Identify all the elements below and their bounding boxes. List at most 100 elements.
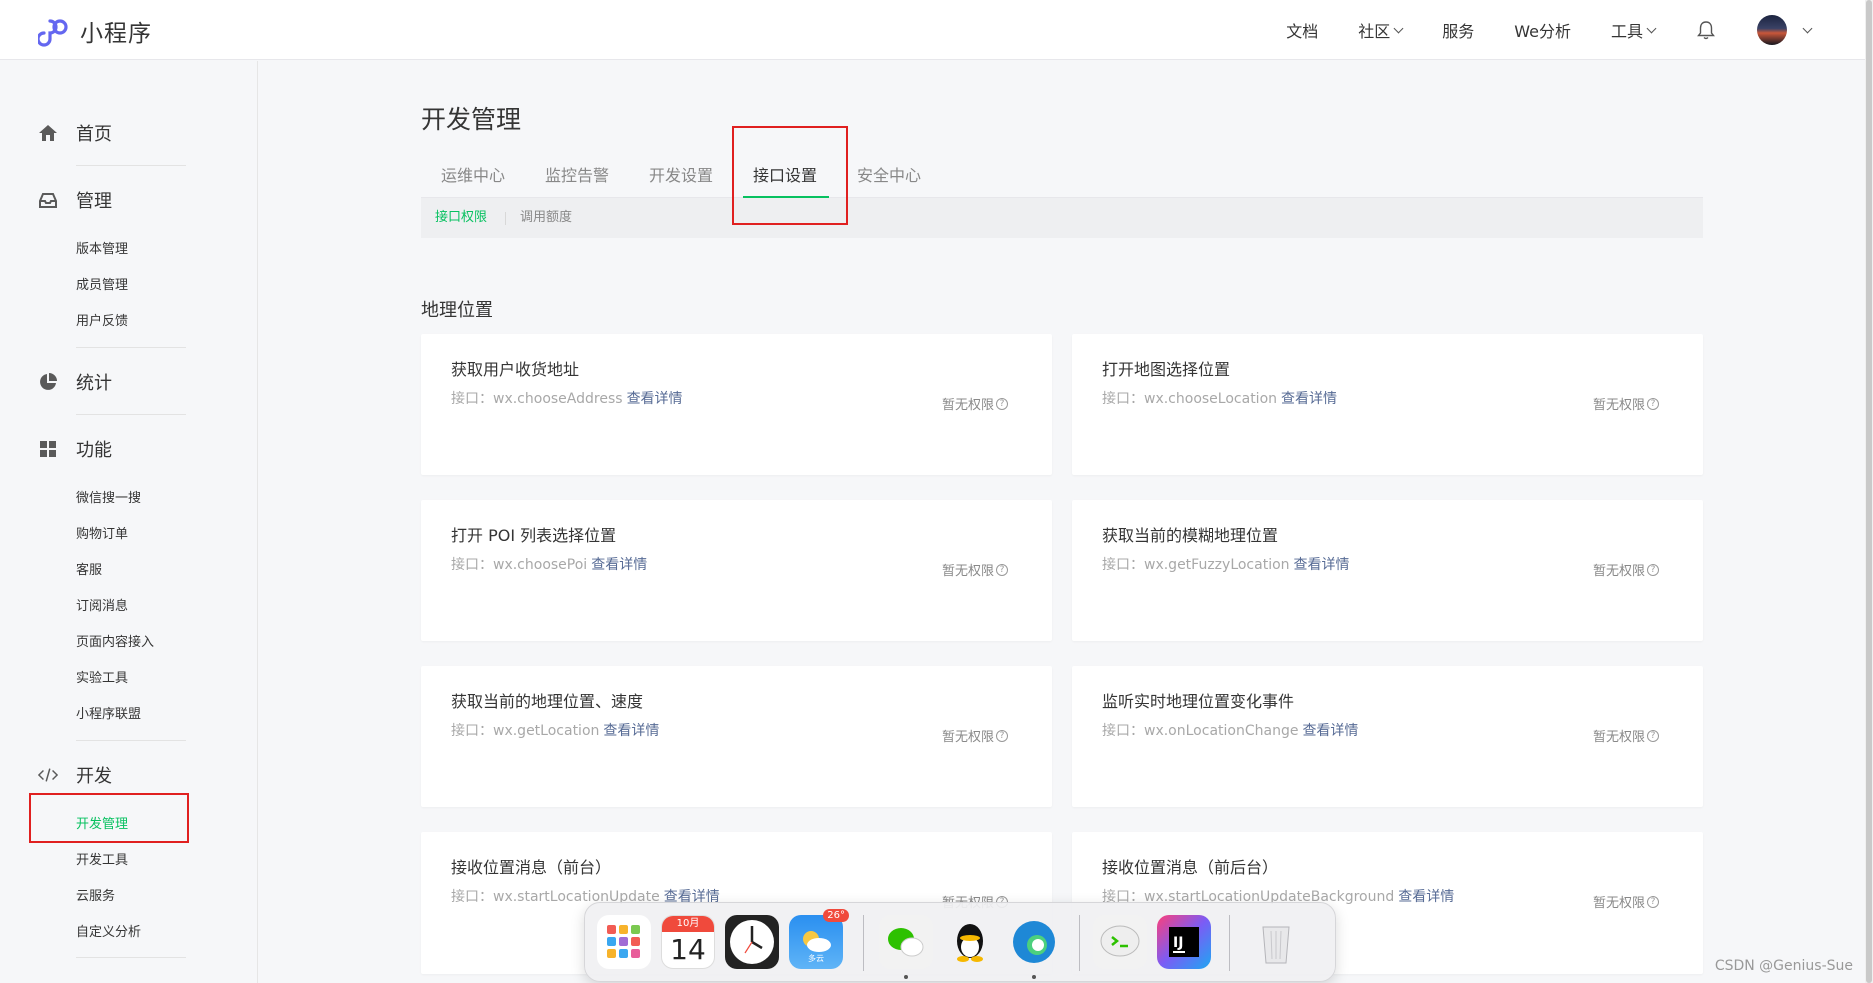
api-name: wx.onLocationChange	[1144, 723, 1299, 739]
wechat-icon[interactable]	[879, 915, 933, 969]
help-icon[interactable]: ?	[996, 397, 1008, 410]
permission-status[interactable]: 暂无权限?	[1593, 394, 1659, 413]
qq-icon[interactable]	[943, 915, 997, 969]
sidebar-item-alliance[interactable]: 小程序联盟	[0, 697, 258, 733]
permission-status[interactable]: 暂无权限?	[1593, 892, 1659, 911]
nav-community[interactable]: 社区	[1358, 18, 1404, 42]
permission-status[interactable]: 暂无权限?	[1593, 560, 1659, 579]
sidebar-item-customer-service[interactable]: 客服	[0, 553, 258, 589]
api-prefix: 接口：	[1102, 557, 1144, 573]
api-name: wx.getFuzzyLocation	[1144, 557, 1290, 573]
api-name: wx.getLocation	[493, 723, 600, 739]
sidebar-item-cloud[interactable]: 云服务	[0, 879, 258, 915]
sidebar-item-members[interactable]: 成员管理	[0, 268, 258, 304]
trash-icon[interactable]	[1249, 915, 1303, 969]
view-details-link[interactable]: 查看详情	[1281, 391, 1337, 407]
sidebar-item-label: 管理	[76, 191, 112, 212]
tab-monitoring[interactable]: 监控告警	[545, 160, 609, 198]
sidebar-item-feedback[interactable]: 用户反馈	[0, 304, 258, 340]
watermark: CSDN @Genius-Sue	[1714, 958, 1853, 974]
permission-status[interactable]: 暂无权限?	[942, 394, 1008, 413]
clock-icon[interactable]	[725, 915, 779, 969]
api-card-interface: 接口：wx.choosePoi 查看详情	[451, 554, 647, 574]
help-icon[interactable]: ?	[1647, 729, 1659, 742]
chevron-down-icon	[1802, 23, 1813, 33]
view-details-link[interactable]: 查看详情	[603, 723, 659, 739]
nav-docs[interactable]: 文档	[1286, 18, 1318, 42]
help-icon[interactable]: ?	[996, 729, 1008, 742]
nav-docs-label: 文档	[1286, 22, 1319, 41]
nav-community-label: 社区	[1358, 22, 1391, 41]
subtab-bar: 接口权限 调用额度	[421, 198, 1703, 238]
sidebar-item-dev-tools[interactable]: 开发工具	[0, 843, 258, 879]
divider	[76, 957, 186, 958]
top-nav: 文档 社区 服务 We分析 工具	[1286, 0, 1873, 60]
divider	[505, 212, 506, 225]
sidebar-item-manage[interactable]: 管理	[0, 180, 258, 220]
sidebar-item-page-content[interactable]: 页面内容接入	[0, 625, 258, 661]
launchpad-icon[interactable]	[597, 915, 651, 969]
edge-icon[interactable]	[1007, 915, 1061, 969]
calendar-month: 10月	[662, 916, 714, 932]
nav-tools-label: 工具	[1610, 22, 1643, 41]
help-icon[interactable]: ?	[1647, 397, 1659, 410]
chevron-down-icon	[1646, 23, 1657, 33]
help-icon[interactable]: ?	[1647, 895, 1659, 908]
sidebar-item-dev[interactable]: 开发	[0, 755, 258, 795]
view-details-link[interactable]: 查看详情	[1398, 889, 1454, 905]
api-card-title: 监听实时地理位置变化事件	[1102, 692, 1295, 711]
help-icon[interactable]: ?	[996, 563, 1008, 576]
permission-status[interactable]: 暂无权限?	[942, 560, 1008, 579]
scrollbar[interactable]	[1865, 0, 1873, 983]
user-menu[interactable]	[1757, 15, 1813, 45]
api-prefix: 接口：	[451, 723, 493, 739]
bell-icon[interactable]	[1695, 19, 1717, 41]
permission-status[interactable]: 暂无权限?	[942, 726, 1008, 745]
intellij-icon[interactable]: IJ	[1157, 915, 1211, 969]
subtab-api-permission[interactable]: 接口权限	[435, 198, 487, 238]
permission-status[interactable]: 暂无权限?	[1593, 726, 1659, 745]
tab-dev-settings[interactable]: 开发设置	[649, 160, 713, 198]
sidebar-item-orders[interactable]: 购物订单	[0, 517, 258, 553]
view-details-link[interactable]: 查看详情	[591, 557, 647, 573]
weather-icon[interactable]: 多云 26°	[789, 909, 849, 969]
annotation-box-sidebar	[29, 793, 189, 843]
api-prefix: 接口：	[451, 391, 493, 407]
sidebar-item-version[interactable]: 版本管理	[0, 232, 258, 268]
api-card: 获取用户收货地址 接口：wx.chooseAddress 查看详情 暂无权限?	[421, 334, 1052, 475]
tab-security[interactable]: 安全中心	[857, 160, 921, 198]
sidebar-item-stats[interactable]: 统计	[0, 362, 258, 402]
avatar[interactable]	[1757, 15, 1787, 45]
sidebar-item-custom-analysis[interactable]: 自定义分析	[0, 915, 258, 951]
sidebar-item-features[interactable]: 功能	[0, 429, 258, 469]
nav-services[interactable]: 服务	[1442, 18, 1474, 42]
sidebar-item-subscribe-msg[interactable]: 订阅消息	[0, 589, 258, 625]
permission-status-label: 暂无权限	[941, 564, 994, 579]
page-title: 开发管理	[421, 105, 522, 134]
scrollbar-thumb[interactable]	[1866, 0, 1872, 983]
sidebar-item-wechat-search[interactable]: 微信搜一搜	[0, 481, 258, 517]
dock-divider	[1229, 915, 1230, 971]
sidebar-item-home[interactable]: 首页	[0, 113, 258, 153]
view-details-link[interactable]: 查看详情	[1294, 557, 1350, 573]
dock-divider	[1079, 915, 1080, 971]
nav-tools[interactable]: 工具	[1610, 18, 1657, 42]
weather-text: 多云	[808, 954, 824, 963]
nav-we-analytics[interactable]: We分析	[1514, 18, 1571, 42]
view-details-link[interactable]: 查看详情	[627, 391, 683, 407]
wechat-devtools-icon[interactable]	[1093, 915, 1147, 969]
section-title: 地理位置	[421, 300, 493, 321]
calendar-icon[interactable]: 10月 14	[661, 915, 715, 969]
pie-chart-icon	[38, 372, 58, 392]
help-icon[interactable]: ?	[1647, 563, 1659, 576]
sidebar-item-experiment[interactable]: 实验工具	[0, 661, 258, 697]
view-details-link[interactable]: 查看详情	[1302, 723, 1358, 739]
subtab-quota[interactable]: 调用额度	[520, 198, 572, 238]
sidebar-group-home: 首页	[0, 113, 258, 153]
dock-divider	[863, 915, 864, 971]
api-card-interface: 接口：wx.chooseAddress 查看详情	[451, 388, 683, 408]
annotation-box-tab	[732, 126, 848, 225]
tab-ops[interactable]: 运维中心	[441, 160, 505, 198]
brand[interactable]: 小程序	[38, 14, 152, 48]
dock: 10月 14 多云 26° IJ	[584, 902, 1336, 982]
